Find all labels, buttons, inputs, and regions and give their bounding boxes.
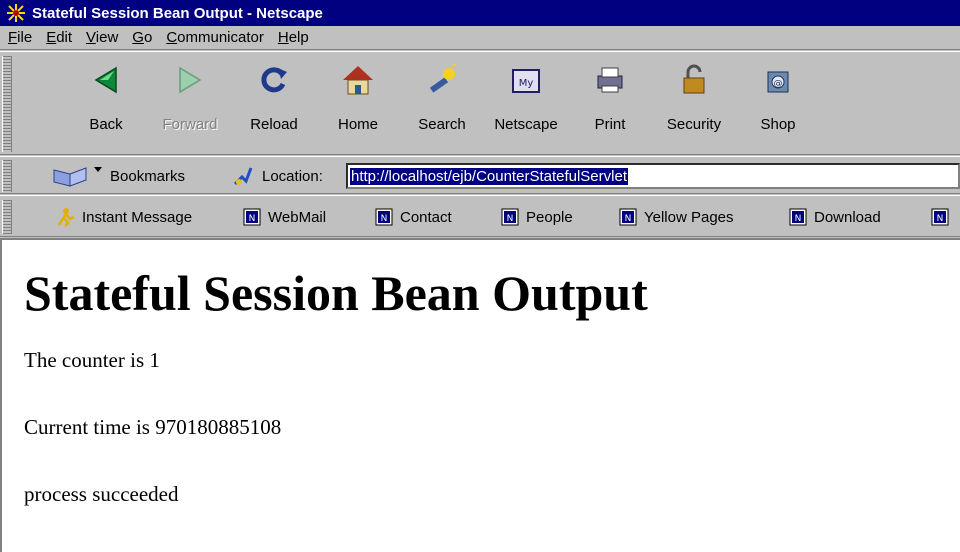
download-label: Download	[814, 208, 881, 226]
shop-button[interactable]: @ Shop	[736, 62, 820, 152]
browser-window: Stateful Session Bean Output - Netscape …	[0, 0, 960, 552]
menu-go-rest: o	[143, 29, 153, 46]
home-icon	[343, 66, 373, 95]
menu-bar: File Edit View Go Communicator Help	[0, 26, 960, 50]
menu-edit-rest: dit	[56, 29, 73, 46]
location-toolbar: Bookmarks Location: http://localhost/ejb…	[0, 156, 960, 194]
bookmarks-label: Bookmarks	[110, 167, 186, 185]
svg-text:N: N	[507, 214, 514, 224]
shop-icon: @	[767, 71, 789, 93]
menu-view-mnemonic: V	[86, 29, 96, 46]
back-arrow-icon	[94, 66, 117, 94]
location-label-group[interactable]: Location:	[232, 163, 323, 189]
menu-edit[interactable]: Edit	[40, 29, 80, 46]
menu-file-mnemonic: F	[8, 29, 18, 46]
location-grip[interactable]	[2, 160, 12, 192]
svg-text:@: @	[774, 79, 783, 89]
location-label: Location:	[262, 167, 323, 185]
my-netscape-icon: My	[512, 69, 540, 93]
menu-file-rest: ile	[17, 29, 33, 46]
webmail-button[interactable]: N WebMail	[242, 205, 326, 229]
toolbar-grip[interactable]	[2, 56, 12, 152]
current-time-text: Current time is 970180885108	[24, 415, 282, 439]
more-bookmark-button[interactable]: N	[930, 205, 956, 229]
contact-label: Contact	[400, 208, 452, 226]
forward-arrow-icon	[179, 66, 202, 94]
netscape-button[interactable]: My Netscape	[484, 62, 568, 152]
search-icon	[429, 63, 457, 93]
webmail-label: WebMail	[268, 208, 327, 226]
instant-message-button[interactable]: Instant Message	[56, 205, 192, 229]
print-button[interactable]: Print	[568, 62, 652, 152]
counter-text: The counter is 1	[24, 348, 160, 372]
navigation-toolbar: Back Forward Reload Home Search My Netsc…	[0, 51, 960, 155]
title-bar[interactable]: Stateful Session Bean Output - Netscape	[0, 0, 960, 26]
page-content: Stateful Session Bean Output The counter…	[0, 238, 960, 552]
search-label: Search	[418, 116, 466, 133]
netscape-page-icon: N	[789, 208, 807, 226]
menu-communicator[interactable]: Communicator	[160, 29, 272, 46]
menu-communicator-mnemonic: C	[166, 29, 178, 46]
menu-go[interactable]: Go	[126, 29, 160, 46]
svg-text:N: N	[795, 214, 802, 224]
menu-edit-mnemonic: E	[46, 29, 57, 46]
instant-message-icon	[57, 208, 75, 227]
netscape-page-icon: N	[243, 208, 261, 226]
netscape-page-icon: N	[501, 208, 519, 226]
back-button[interactable]: Back	[64, 62, 148, 152]
home-label: Home	[337, 116, 378, 133]
print-label: Print	[594, 116, 626, 133]
svg-text:N: N	[249, 214, 256, 224]
people-button[interactable]: N People	[500, 205, 573, 229]
download-button[interactable]: N Download	[788, 205, 881, 229]
svg-text:My: My	[519, 78, 534, 89]
reload-icon	[261, 67, 287, 93]
window-title: Stateful Session Bean Output - Netscape	[32, 4, 323, 22]
personal-toolbar: Instant Message N WebMail N Contact N Pe…	[0, 195, 960, 237]
people-label: People	[526, 208, 573, 226]
netscape-page-icon: N	[931, 208, 949, 226]
menu-view[interactable]: View	[80, 29, 126, 46]
instant-message-label: Instant Message	[82, 208, 193, 226]
bookmarks-icon	[53, 167, 102, 187]
bookmarks-button[interactable]: Bookmarks	[50, 163, 185, 189]
contact-button[interactable]: N Contact	[374, 205, 452, 229]
forward-button[interactable]: Forward	[148, 62, 232, 152]
page-proxy-icon	[233, 167, 253, 186]
lock-icon	[683, 64, 705, 94]
search-button[interactable]: Search	[400, 62, 484, 152]
netscape-app-icon	[6, 3, 26, 23]
back-label: Back	[89, 116, 123, 133]
menu-file[interactable]: File	[2, 29, 40, 46]
status-text: process succeeded	[24, 482, 179, 506]
url-text: http://localhost/ejb/CounterStatefulServ…	[350, 167, 628, 185]
menu-help[interactable]: Help	[272, 29, 317, 46]
shop-label: Shop	[760, 116, 796, 133]
yellow-pages-button[interactable]: N Yellow Pages	[618, 205, 734, 229]
svg-text:N: N	[381, 214, 388, 224]
url-field[interactable]: http://localhost/ejb/CounterStatefulServ…	[346, 163, 960, 189]
menu-help-mnemonic: H	[277, 29, 289, 46]
menu-view-rest: iew	[95, 29, 119, 46]
netscape-page-icon: N	[375, 208, 393, 226]
forward-label: Forward	[162, 116, 218, 133]
personal-grip[interactable]	[2, 200, 12, 234]
menu-communicator-rest: ommunicator	[177, 29, 264, 46]
security-label: Security	[666, 116, 722, 133]
netscape-page-icon: N	[619, 208, 637, 226]
reload-label: Reload	[250, 116, 298, 133]
menu-go-mnemonic: G	[132, 29, 144, 46]
page-heading: Stateful Session Bean Output	[24, 265, 648, 321]
security-button[interactable]: Security	[652, 62, 736, 152]
yellow-pages-label: Yellow Pages	[644, 208, 734, 226]
svg-text:N: N	[937, 214, 944, 224]
svg-text:N: N	[625, 214, 632, 224]
netscape-label: Netscape	[494, 116, 558, 133]
menu-help-rest: elp	[288, 29, 309, 46]
home-button[interactable]: Home	[316, 62, 400, 152]
reload-button[interactable]: Reload	[232, 62, 316, 152]
print-icon	[597, 67, 623, 93]
